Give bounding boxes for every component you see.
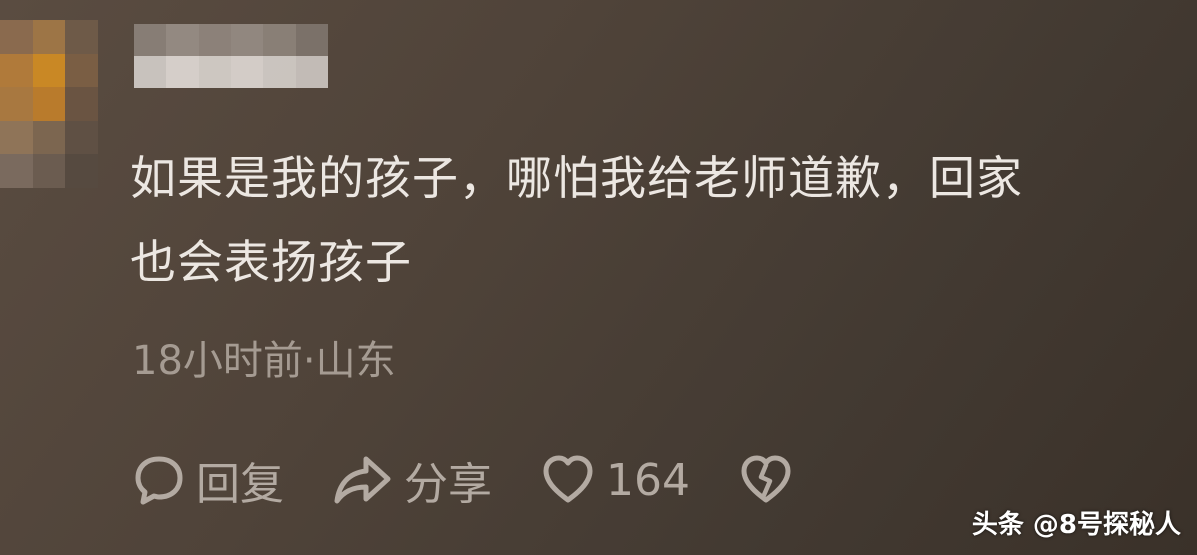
comment-text-line-2: 也会表扬孩子 — [130, 235, 412, 289]
like-count: 164 — [606, 454, 690, 506]
comment-actions: 回复 分享 164 — [132, 450, 804, 510]
share-arrow-icon — [334, 456, 391, 504]
like-button[interactable]: 164 — [540, 453, 690, 507]
share-button[interactable]: 分享 — [332, 448, 492, 512]
comment-text: 如果是我的孩子，哪怕我给老师道歉，回家 也会表扬孩子 — [130, 136, 1170, 304]
username-blurred[interactable] — [134, 24, 328, 88]
comment-time-location: 18小时前·山东 — [132, 338, 396, 384]
watermark: 头条 @8号探秘人 — [971, 510, 1181, 540]
reply-label: 回复 — [196, 459, 284, 510]
comment-text-line-1: 如果是我的孩子，哪怕我给老师道歉，回家 — [130, 151, 1023, 205]
heart-icon — [543, 455, 593, 503]
dislike-button[interactable] — [738, 453, 804, 507]
share-label: 分享 — [404, 459, 492, 510]
speech-bubble-icon — [135, 456, 183, 505]
reply-button[interactable]: 回复 — [132, 448, 284, 512]
broken-heart-icon — [741, 455, 791, 503]
avatar[interactable] — [0, 20, 98, 188]
